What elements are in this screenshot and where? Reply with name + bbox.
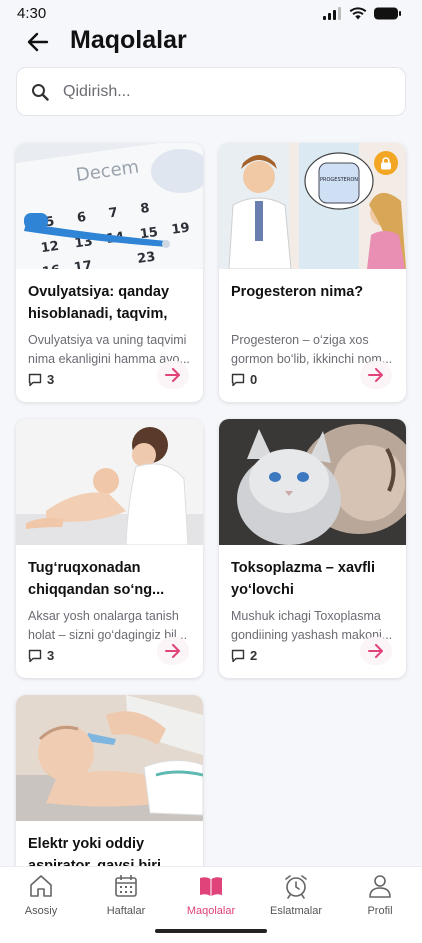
home-icon (30, 875, 52, 897)
arrow-right-icon (165, 368, 180, 382)
article-image-mother-baby (16, 419, 203, 545)
status-icons (323, 6, 402, 20)
nav-label: Haftalar (106, 905, 146, 917)
open-article-button[interactable] (157, 637, 189, 665)
article-image-doctor: PROGESTERON (219, 143, 406, 269)
arrow-right-icon (368, 368, 383, 382)
search-input[interactable] (63, 82, 383, 101)
comment-count: 3 (28, 648, 54, 663)
svg-text:23: 23 (136, 250, 156, 267)
arrow-left-icon (27, 32, 49, 52)
header: Maqolalar (0, 22, 422, 62)
nav-label: Profil (367, 905, 393, 917)
nav-item-weeks[interactable]: Haftalar (86, 873, 166, 923)
comment-count: 3 (28, 372, 54, 387)
signal-icon (323, 6, 341, 20)
person-icon (369, 875, 391, 898)
article-title: Ovulyatsiya: qanday hisoblanadi, taqvim,… (28, 284, 170, 322)
open-article-button[interactable] (360, 637, 392, 665)
locked-badge (374, 151, 398, 175)
svg-text:19: 19 (171, 220, 191, 237)
article-card[interactable]: Decem 5678 1213141519 161723 Ovulyatsiya… (16, 143, 203, 402)
nav-item-profile[interactable]: Profil (340, 873, 420, 923)
home-indicator (155, 929, 267, 933)
comment-icon (28, 373, 42, 386)
nav-label: Asosiy (24, 905, 58, 917)
lock-icon (381, 156, 391, 169)
back-button[interactable] (24, 28, 52, 56)
svg-text:17: 17 (73, 258, 93, 269)
article-title: Tug‘ruqxonadan chiqqandan so‘ng... (28, 560, 165, 598)
bottle-label: PROGESTERON (320, 177, 358, 183)
open-article-button[interactable] (157, 361, 189, 389)
comment-count-value: 0 (250, 372, 258, 387)
nav-item-home[interactable]: Asosiy (1, 873, 81, 923)
search-bar[interactable] (16, 67, 406, 116)
search-icon (32, 83, 49, 101)
article-title: Toksoplazma – xavfli yo‘lovchi (231, 560, 375, 598)
article-image-baby-aspirator (16, 695, 203, 821)
comment-icon (231, 373, 245, 386)
nav-item-articles[interactable]: Maqolalar (171, 873, 251, 923)
article-card[interactable]: Toksoplazma – xavfli yo‘lovchi Mushuk ic… (219, 419, 406, 678)
article-card[interactable]: Tug‘ruqxonadan chiqqandan so‘ng... Aksar… (16, 419, 203, 678)
alarm-clock-icon (285, 875, 307, 899)
comment-count-value: 2 (250, 648, 258, 663)
status-time: 4:30 (17, 4, 47, 22)
arrow-right-icon (165, 644, 180, 658)
arrow-right-icon (368, 644, 383, 658)
article-card[interactable]: PROGESTERON Progesteron nima? Progestero… (219, 143, 406, 402)
comment-count: 0 (231, 372, 257, 387)
comment-count-value: 3 (47, 372, 55, 387)
book-icon (200, 877, 222, 896)
article-image-calendar: Decem 5678 1213141519 161723 (16, 143, 203, 269)
article-image-cat (219, 419, 406, 545)
comment-icon (28, 649, 42, 662)
comment-count-value: 3 (47, 648, 55, 663)
calendar-icon (115, 875, 137, 897)
page-title: Maqolalar (70, 26, 187, 54)
nav-label: Eslatmalar (270, 905, 322, 917)
nav-label: Maqolalar (186, 905, 236, 917)
open-article-button[interactable] (360, 361, 392, 389)
comment-count: 2 (231, 648, 257, 663)
nav-item-reminders[interactable]: Eslatmalar (256, 873, 336, 923)
comment-icon (231, 649, 245, 662)
svg-text:12: 12 (40, 239, 60, 256)
article-title: Progesteron nima? (231, 284, 364, 300)
wifi-icon (349, 6, 367, 19)
battery-icon (374, 7, 401, 19)
